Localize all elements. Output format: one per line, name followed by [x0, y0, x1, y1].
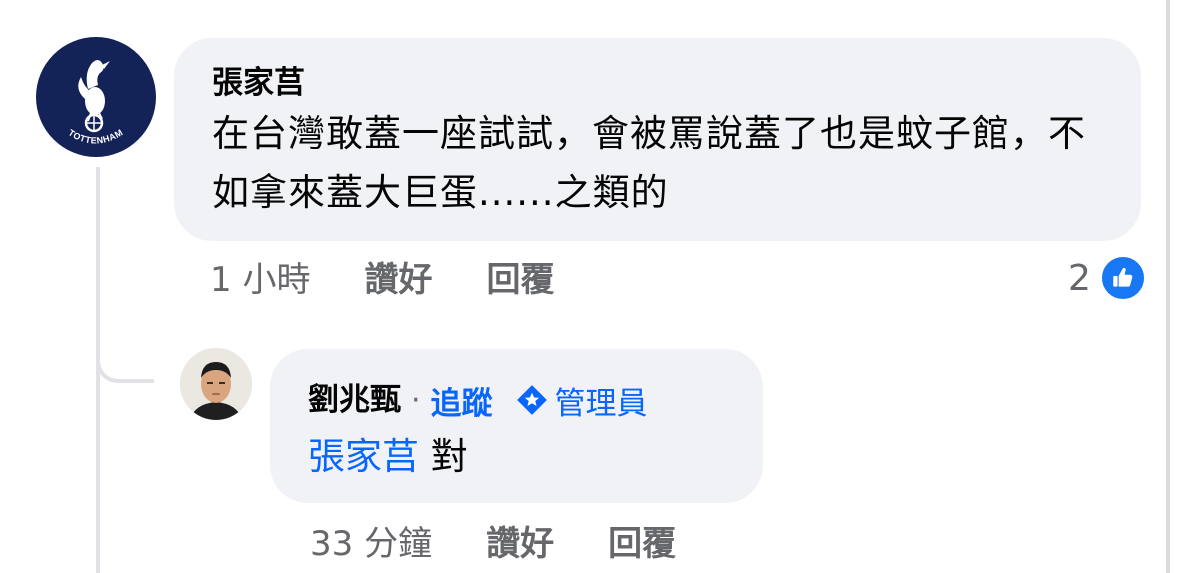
reply-connector	[96, 333, 154, 383]
reply-text: 張家莒 對	[308, 433, 735, 481]
admin-badge[interactable]: 管理員	[515, 378, 648, 423]
follow-button[interactable]: 追蹤	[431, 378, 493, 423]
reply-actions: 33 分鐘 讚好 回覆	[310, 524, 676, 564]
comment-bubble: 張家莒 在台灣敢蓋一座試試，會被罵說蓋了也是蚊子館，不如拿來蓋大巨蛋......…	[174, 38, 1141, 241]
avatar[interactable]	[180, 348, 252, 420]
thumbs-up-icon	[1098, 254, 1147, 302]
reply-timestamp[interactable]: 33 分鐘	[310, 524, 432, 564]
reply-author[interactable]: 劉兆甄	[308, 381, 401, 419]
reply-bubble: 劉兆甄 · 追蹤 管理員 張家莒 對	[270, 349, 763, 503]
reaction-summary[interactable]: 2	[1068, 254, 1147, 302]
comment-thread: TOTTENHAM HOTSPUR 張家莒 在台灣敢蓋一座試試，會被罵說蓋了也是…	[0, 0, 1179, 573]
comment-actions: 1 小時 讚好 回覆	[210, 260, 554, 300]
mention-link[interactable]: 張家莒	[308, 435, 419, 478]
comment-author[interactable]: 張家莒	[212, 64, 1105, 102]
comment-timestamp[interactable]: 1 小時	[210, 260, 310, 300]
tottenham-crest-icon: TOTTENHAM HOTSPUR	[36, 37, 127, 146]
reply-button[interactable]: 回覆	[486, 260, 554, 300]
reply-header: 劉兆甄 · 追蹤 管理員	[308, 381, 735, 422]
reaction-count: 2	[1068, 257, 1091, 299]
like-button[interactable]: 讚好	[364, 260, 432, 300]
comment-text: 在台灣敢蓋一座試試，會被罵說蓋了也是蚊子館，不如拿來蓋大巨蛋......之類的	[212, 112, 1086, 214]
avatar[interactable]: TOTTENHAM HOTSPUR	[36, 37, 156, 157]
scrollbar[interactable]	[1166, 0, 1170, 573]
like-button[interactable]: 讚好	[486, 524, 554, 564]
separator-dot: ·	[411, 382, 421, 418]
reply-body: 對	[430, 435, 468, 478]
reply-button[interactable]: 回覆	[608, 524, 676, 564]
admin-star-icon	[516, 385, 547, 415]
admin-badge-label: 管理員	[554, 385, 648, 422]
user-photo-avatar	[180, 348, 252, 420]
